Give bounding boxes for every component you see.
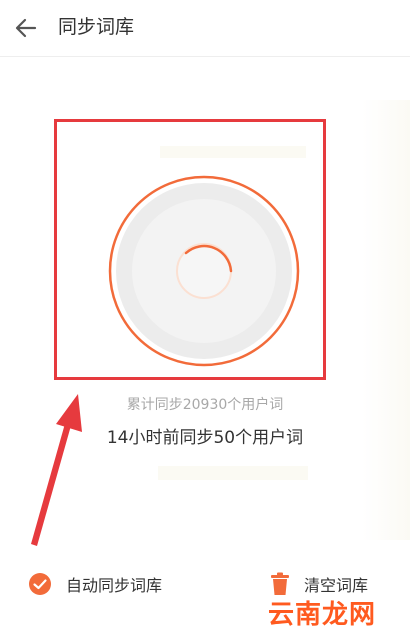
watermark-logo: 云南龙网 bbox=[268, 600, 377, 630]
page-title: 同步词库 bbox=[58, 16, 135, 38]
trash-icon bbox=[271, 572, 289, 595]
recent-synced-text: 14小时前同步50个用户词 bbox=[106, 428, 304, 448]
faint-background-band bbox=[158, 466, 308, 480]
arrow-left-icon bbox=[15, 18, 37, 38]
clear-dictionary-button[interactable]: 清空词库 bbox=[270, 568, 368, 600]
clear-dictionary-label: 清空词库 bbox=[304, 576, 369, 595]
check-circle-icon bbox=[29, 573, 51, 595]
auto-sync-toggle[interactable]: 自动同步词库 bbox=[28, 568, 162, 600]
right-edge-shade bbox=[362, 100, 410, 540]
app-header: 同步词库 bbox=[0, 0, 410, 57]
back-button[interactable] bbox=[6, 8, 46, 48]
total-synced-text: 累计同步20930个用户词 bbox=[126, 397, 284, 413]
highlight-annotation-box bbox=[54, 119, 326, 380]
auto-sync-label: 自动同步词库 bbox=[66, 576, 163, 595]
